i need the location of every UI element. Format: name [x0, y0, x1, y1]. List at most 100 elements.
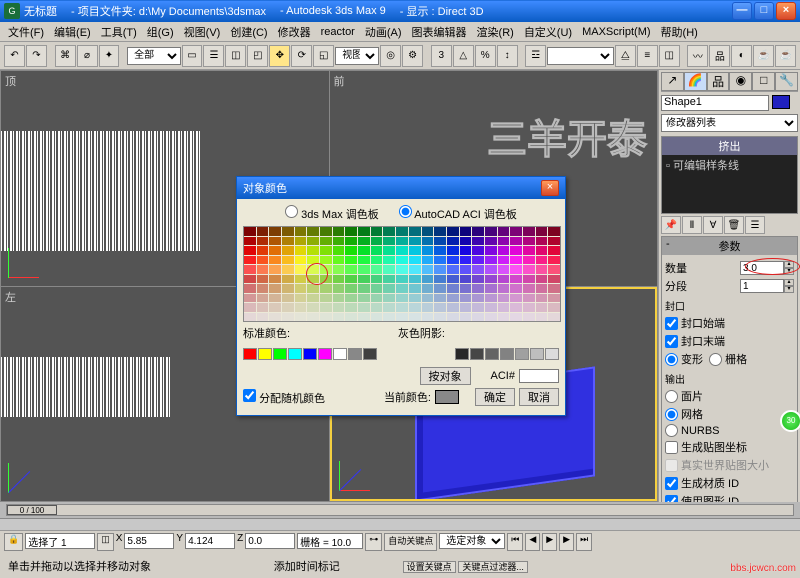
palette-swatch[interactable]: [345, 265, 357, 274]
menu-file[interactable]: 文件(F): [4, 23, 48, 41]
palette-swatch[interactable]: [333, 294, 345, 303]
palette-swatch[interactable]: [498, 246, 510, 255]
addtime-label[interactable]: 添加时间标记: [274, 561, 340, 573]
palette-swatch[interactable]: [371, 227, 383, 236]
named-sel-button[interactable]: ☲: [525, 45, 546, 67]
palette-swatch[interactable]: [498, 237, 510, 246]
object-name-field[interactable]: Shape1: [661, 95, 769, 111]
link-button[interactable]: ⌘: [55, 45, 76, 67]
scale-button[interactable]: ◱: [313, 45, 334, 67]
palette-swatch[interactable]: [358, 237, 370, 246]
palette-swatch[interactable]: [396, 313, 408, 322]
palette-swatch[interactable]: [510, 246, 522, 255]
std-color-swatch[interactable]: [303, 348, 317, 360]
palette-swatch[interactable]: [244, 265, 256, 274]
palette-swatch[interactable]: [320, 313, 332, 322]
rollout-header[interactable]: 参数: [662, 237, 797, 255]
z-field[interactable]: [245, 533, 295, 549]
palette-swatch[interactable]: [422, 246, 434, 255]
palette-swatch[interactable]: [536, 265, 548, 274]
palette-swatch[interactable]: [434, 256, 446, 265]
time-slider[interactable]: 0 / 100: [6, 504, 794, 516]
palette-swatch[interactable]: [269, 294, 281, 303]
palette-swatch[interactable]: [282, 294, 294, 303]
palette-swatch[interactable]: [307, 237, 319, 246]
palette-swatch[interactable]: [536, 284, 548, 293]
radio-3dsmax-label[interactable]: 3ds Max 调色板: [285, 205, 379, 222]
palette-swatch[interactable]: [510, 313, 522, 322]
palette-swatch[interactable]: [345, 246, 357, 255]
palette-swatch[interactable]: [320, 284, 332, 293]
palette-swatch[interactable]: [409, 237, 421, 246]
palette-swatch[interactable]: [434, 284, 446, 293]
grey-swatch[interactable]: [530, 348, 544, 360]
grid-radio[interactable]: [709, 353, 722, 366]
palette-swatch[interactable]: [244, 294, 256, 303]
sel-filter-combo[interactable]: 全部: [127, 47, 180, 65]
palette-swatch[interactable]: [447, 303, 459, 312]
palette-swatch[interactable]: [536, 313, 548, 322]
palette-swatch[interactable]: [244, 227, 256, 236]
palette-swatch[interactable]: [282, 265, 294, 274]
palette-swatch[interactable]: [434, 227, 446, 236]
palette-swatch[interactable]: [269, 275, 281, 284]
cancel-button[interactable]: 取消: [519, 388, 559, 406]
palette-swatch[interactable]: [282, 227, 294, 236]
palette-swatch[interactable]: [269, 256, 281, 265]
palette-swatch[interactable]: [333, 303, 345, 312]
x-field[interactable]: [124, 533, 174, 549]
palette-swatch[interactable]: [345, 237, 357, 246]
grey-swatch[interactable]: [500, 348, 514, 360]
palette-swatch[interactable]: [447, 246, 459, 255]
bind-button[interactable]: ✦: [99, 45, 120, 67]
palette-swatch[interactable]: [472, 294, 484, 303]
palette-swatch[interactable]: [485, 246, 497, 255]
palette-swatch[interactable]: [295, 284, 307, 293]
palette-swatch[interactable]: [460, 303, 472, 312]
palette-swatch[interactable]: [510, 284, 522, 293]
palette-swatch[interactable]: [396, 265, 408, 274]
palette-swatch[interactable]: [447, 294, 459, 303]
palette-swatch[interactable]: [358, 275, 370, 284]
palette-swatch[interactable]: [383, 294, 395, 303]
palette-swatch[interactable]: [257, 246, 269, 255]
palette-swatch[interactable]: [498, 265, 510, 274]
undo-button[interactable]: ↶: [4, 45, 25, 67]
palette-swatch[interactable]: [422, 265, 434, 274]
palette-swatch[interactable]: [447, 265, 459, 274]
palette-swatch[interactable]: [472, 227, 484, 236]
next-frame-icon[interactable]: ▶: [559, 533, 574, 551]
track-bar[interactable]: [0, 518, 800, 530]
pivot-button[interactable]: ◎: [380, 45, 401, 67]
palette-swatch[interactable]: [371, 313, 383, 322]
palette-swatch[interactable]: [422, 237, 434, 246]
manip-button[interactable]: ⚙: [402, 45, 423, 67]
palette-swatch[interactable]: [523, 227, 535, 236]
palette-swatch[interactable]: [485, 265, 497, 274]
palette-swatch[interactable]: [548, 265, 560, 274]
palette-swatch[interactable]: [358, 313, 370, 322]
palette-swatch[interactable]: [282, 237, 294, 246]
std-color-swatch[interactable]: [348, 348, 362, 360]
palette-swatch[interactable]: [345, 303, 357, 312]
menu-edit[interactable]: 编辑(E): [50, 23, 95, 41]
radio-aci-label[interactable]: AutoCAD ACI 调色板: [399, 205, 517, 222]
grey-swatch[interactable]: [515, 348, 529, 360]
palette-swatch[interactable]: [548, 246, 560, 255]
palette-swatch[interactable]: [396, 246, 408, 255]
palette-swatch[interactable]: [307, 275, 319, 284]
palette-swatch[interactable]: [396, 303, 408, 312]
palette-swatch[interactable]: [295, 275, 307, 284]
palette-swatch[interactable]: [485, 313, 497, 322]
select-button[interactable]: ▭: [182, 45, 203, 67]
palette-swatch[interactable]: [498, 275, 510, 284]
menu-modifiers[interactable]: 修改器: [274, 23, 315, 41]
lock-icon[interactable]: 🔒: [4, 533, 23, 551]
palette-swatch[interactable]: [523, 265, 535, 274]
amount-field[interactable]: [740, 261, 784, 275]
palette-swatch[interactable]: [548, 313, 560, 322]
palette-swatch[interactable]: [333, 265, 345, 274]
make-unique-icon[interactable]: ∀: [703, 216, 723, 234]
palette-swatch[interactable]: [498, 227, 510, 236]
dialog-titlebar[interactable]: 对象颜色 ×: [237, 177, 565, 199]
